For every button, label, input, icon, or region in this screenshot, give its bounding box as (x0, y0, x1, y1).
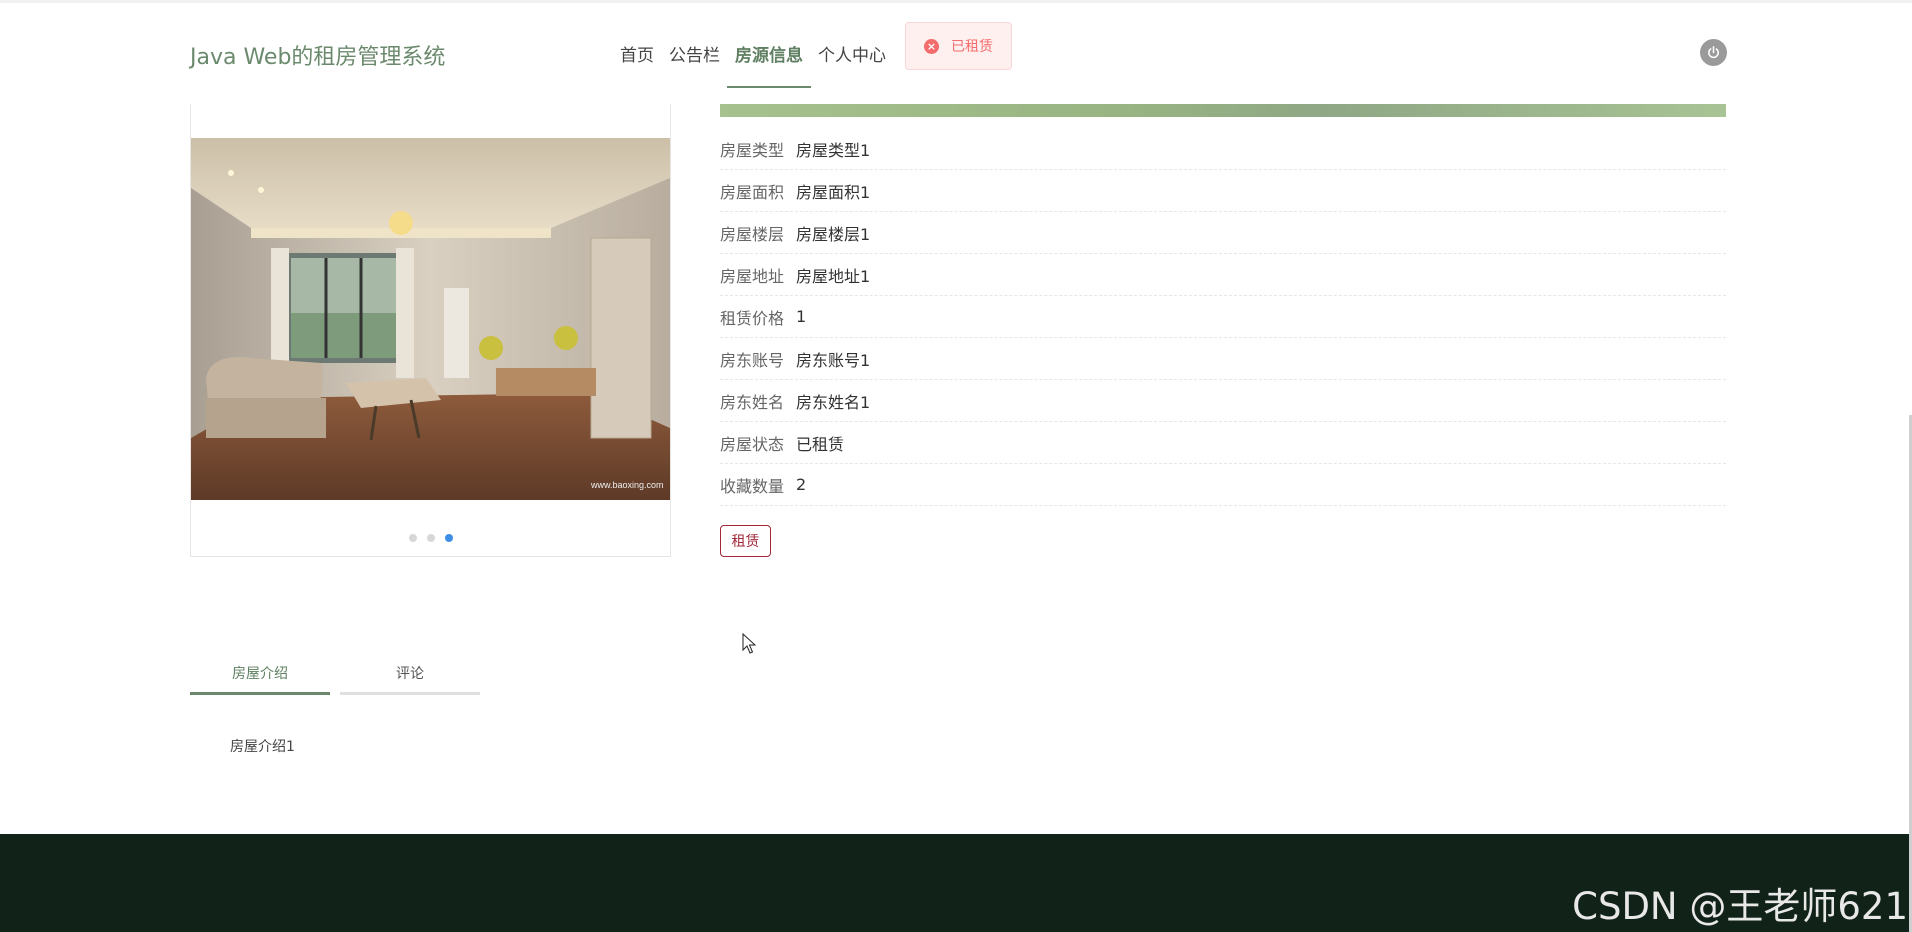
house-intro-text: 房屋介绍1 (230, 739, 295, 755)
detail-value: 房东账号1 (796, 350, 871, 370)
detail-row-floor: 房屋楼层 房屋楼层1 (720, 212, 1726, 254)
detail-value: 房屋面积1 (796, 182, 871, 202)
carousel-indicators (191, 534, 670, 542)
detail-label: 房屋面积 (720, 182, 785, 202)
house-photo: www.baoxing.com (191, 138, 670, 500)
carousel-dot-2[interactable] (426, 534, 435, 542)
detail-label: 房屋状态 (720, 434, 785, 454)
detail-label: 房屋地址 (720, 266, 785, 286)
detail-value: 1 (796, 307, 807, 326)
rent-button[interactable]: 租赁 (720, 525, 771, 557)
section-header-bar (720, 104, 1726, 117)
detail-label: 收藏数量 (720, 476, 785, 496)
detail-row-address: 房屋地址 房屋地址1 (720, 254, 1726, 296)
detail-row-area: 房屋面积 房屋面积1 (720, 170, 1726, 212)
detail-value: 已租赁 (796, 434, 845, 454)
detail-row-house-type: 房屋类型 房屋类型1 (720, 128, 1726, 170)
living-room-image: www.baoxing.com (191, 138, 670, 500)
site-title[interactable]: Java Web的租房管理系统 (190, 39, 445, 71)
mouse-cursor-icon (742, 633, 756, 654)
detail-label: 房东姓名 (720, 392, 785, 412)
detail-row-landlord-account: 房东账号 房东账号1 (720, 338, 1726, 380)
detail-row-favorites: 收藏数量 2 (720, 464, 1726, 506)
detail-row-landlord-name: 房东姓名 房东姓名1 (720, 380, 1726, 422)
tab-house-intro[interactable]: 房屋介绍 (190, 655, 330, 695)
nav-item-listings[interactable]: 房源信息 (727, 41, 811, 88)
detail-row-price: 租赁价格 1 (720, 296, 1726, 338)
carousel-dot-3[interactable] (444, 534, 453, 542)
csdn-watermark: CSDN @王老师621 (1572, 885, 1908, 928)
tab-comments[interactable]: 评论 (340, 655, 480, 695)
toast-message: 已租赁 (951, 39, 993, 55)
main-nav: 首页 公告栏 房源信息 个人中心 (620, 41, 901, 88)
detail-value: 房屋地址1 (796, 266, 871, 286)
nav-item-notice-board[interactable]: 公告栏 (669, 41, 720, 88)
detail-value: 房屋楼层1 (796, 224, 871, 244)
carousel-dot-1[interactable] (408, 534, 417, 542)
property-details: 房屋类型 房屋类型1 房屋面积 房屋面积1 房屋楼层 房屋楼层1 房屋地址 房屋… (720, 128, 1726, 506)
detail-value: 房东姓名1 (796, 392, 871, 412)
detail-value: 2 (796, 475, 807, 494)
header: Java Web的租房管理系统 首页 公告栏 房源信息 个人中心 × 已租赁 (0, 3, 1912, 101)
detail-value: 房屋类型1 (796, 140, 871, 160)
nav-item-profile[interactable]: 个人中心 (818, 41, 886, 88)
error-toast: × 已租赁 (905, 22, 1012, 70)
detail-label: 房东账号 (720, 350, 785, 370)
detail-label: 房屋楼层 (720, 224, 785, 244)
photo-carousel: www.baoxing.com (190, 104, 671, 557)
logout-button[interactable] (1700, 39, 1727, 66)
detail-tabs: 房屋介绍 评论 (190, 655, 480, 695)
nav-item-home[interactable]: 首页 (620, 41, 654, 88)
power-icon (1708, 45, 1719, 59)
detail-label: 租赁价格 (720, 308, 785, 328)
detail-label: 房屋类型 (720, 140, 785, 160)
photo-watermark: www.baoxing.com (590, 480, 664, 490)
close-circle-icon: × (924, 38, 939, 54)
detail-row-status: 房屋状态 已租赁 (720, 422, 1726, 464)
